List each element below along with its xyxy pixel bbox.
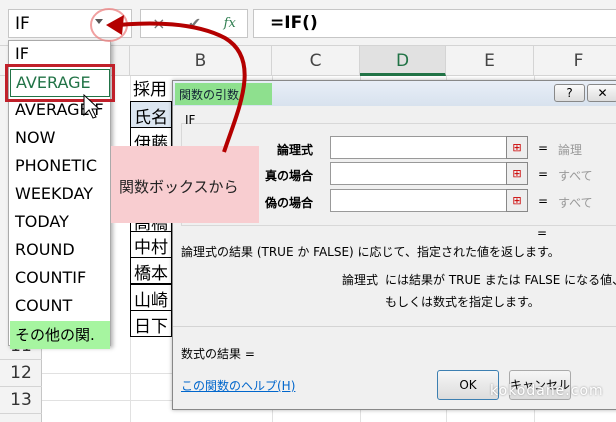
- column-header-b[interactable]: B: [130, 46, 272, 76]
- more-functions-item[interactable]: その他の関.: [10, 321, 110, 349]
- function-description: 論理式の結果 (TRUE か FALSE) に応じて、指定された値を返します。: [181, 245, 560, 259]
- divider: [173, 326, 616, 327]
- cell[interactable]: 氏名: [130, 101, 172, 128]
- dropdown-item[interactable]: WEEKDAY: [10, 181, 110, 209]
- formula-buttons: × ✔ fx: [140, 9, 248, 38]
- callout-note: 関数ボックスから: [111, 146, 259, 223]
- equals-sign: =: [538, 194, 549, 208]
- name-box-value: IF: [15, 14, 30, 34]
- dropdown-item[interactable]: ROUND: [10, 237, 110, 265]
- arg-hint: 論理: [558, 143, 583, 157]
- dropdown-item[interactable]: NOW: [10, 125, 110, 153]
- arg-description: には結果が TRUE または FALSE になる値、: [385, 273, 616, 287]
- name-box[interactable]: IF: [8, 9, 132, 38]
- column-header-e[interactable]: E: [446, 46, 534, 76]
- equals-sign: =: [538, 141, 549, 155]
- arg-input-value-if-false[interactable]: [330, 189, 528, 212]
- function-arguments-dialog: 関数の引数 ? ✕ IF 論理式 ⊞ = 論理 真の場合 ⊞ = すべて 偽の場…: [172, 80, 616, 410]
- insert-function-icon[interactable]: fx: [224, 16, 236, 31]
- enter-icon[interactable]: ✔: [188, 14, 201, 33]
- equals-sign: =: [538, 167, 549, 181]
- name-box-dropdown-icon[interactable]: [95, 19, 103, 24]
- dropdown-item[interactable]: TODAY: [10, 209, 110, 237]
- arg-name: 論理式: [342, 273, 379, 287]
- row-header[interactable]: 12: [0, 360, 42, 387]
- arg-description-2: もしくは数式を指定します。: [385, 295, 540, 309]
- cell[interactable]: 山崎: [130, 284, 172, 311]
- formula-input[interactable]: =IF(): [253, 9, 616, 38]
- arg-input-value-if-true[interactable]: [330, 162, 528, 185]
- range-select-icon[interactable]: ⊞: [506, 136, 528, 159]
- dropdown-item[interactable]: COUNTIF: [10, 265, 110, 293]
- dialog-title: 関数の引数: [175, 83, 272, 105]
- cell[interactable]: 日下: [130, 310, 172, 337]
- arg-hint: すべて: [558, 196, 593, 210]
- arg-hint: すべて: [558, 169, 593, 183]
- dropdown-item-highlighted[interactable]: AVERAGE: [5, 64, 115, 102]
- result-equals: =: [537, 226, 548, 240]
- function-name: IF: [185, 113, 196, 127]
- dropdown-item[interactable]: AVERAGEIF: [10, 97, 110, 125]
- range-select-icon[interactable]: ⊞: [506, 162, 528, 185]
- help-button[interactable]: ?: [554, 84, 585, 102]
- formula-result: 数式の結果 =: [181, 347, 255, 361]
- cell[interactable]: 中村: [130, 231, 172, 258]
- dropdown-item[interactable]: IF: [10, 41, 110, 69]
- column-header-c[interactable]: C: [272, 46, 360, 76]
- row-header[interactable]: 13: [0, 387, 42, 414]
- dropdown-item[interactable]: COUNT: [10, 293, 110, 321]
- function-dropdown: IF AVERAGE AVERAGEIF NOW PHONETIC WEEKDA…: [5, 40, 115, 349]
- cancel-icon[interactable]: ×: [152, 14, 165, 33]
- close-button[interactable]: ✕: [587, 84, 616, 102]
- range-select-icon[interactable]: ⊞: [506, 189, 528, 212]
- help-link[interactable]: この関数のヘルプ(H): [181, 377, 295, 394]
- arg-input-logical-test[interactable]: [330, 136, 528, 159]
- dropdown-item[interactable]: PHONETIC: [10, 153, 110, 181]
- column-header-d[interactable]: D: [360, 46, 446, 76]
- watermark: kokodane.com: [490, 383, 604, 399]
- cell[interactable]: 採用試: [130, 74, 172, 125]
- cell[interactable]: 橋本: [130, 257, 172, 284]
- column-header-f[interactable]: F: [534, 46, 616, 76]
